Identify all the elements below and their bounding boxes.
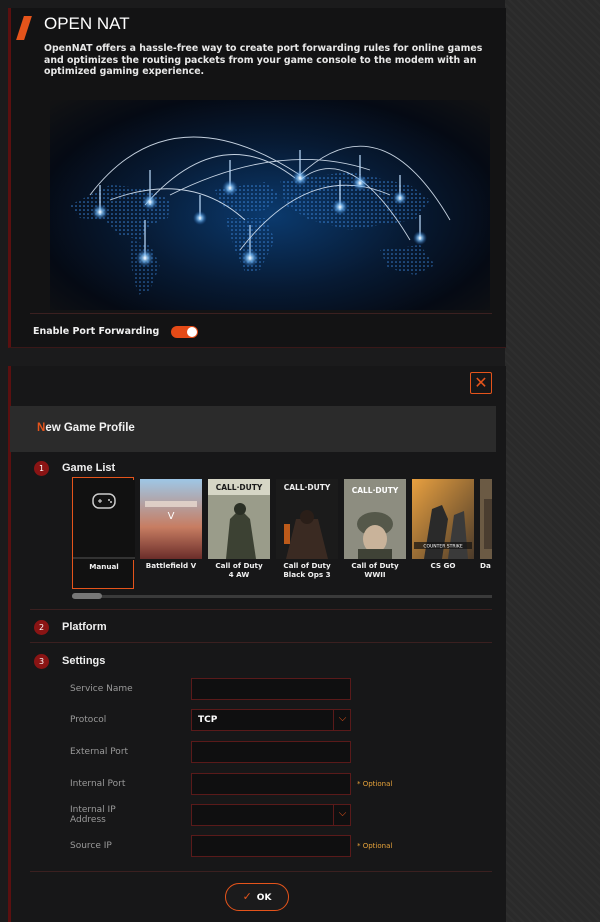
step-number: 3 [34,654,49,669]
port-forwarding-toggle[interactable] [171,326,198,338]
toggle-knob [187,327,197,337]
game-name: Da [480,561,491,570]
step-title-game-list: Game List [62,462,116,474]
step-title-settings: Settings [62,655,106,667]
chevron-down-icon[interactable]: ⌵ [333,709,351,731]
game-name: Call of Duty WWII [351,561,399,579]
svg-text:COUNTER STRIKE: COUNTER STRIKE [423,544,463,550]
chevron-down-icon[interactable]: ⌵ [333,804,351,826]
service-name-input[interactable] [191,678,351,700]
source-ip-input[interactable] [191,835,351,857]
game-card-manual[interactable]: Manual [72,477,135,589]
step-number: 1 [34,461,49,476]
optional-note: * Optional [357,842,393,850]
step-title-platform[interactable]: Platform [62,621,107,633]
cod-bo3-cover: CALL·DUTY [276,479,338,559]
cod-wwii-cover: CALL·DUTY [344,479,406,559]
gamepad-icon [73,480,135,560]
divider [30,609,492,610]
internal-port-input[interactable] [191,773,351,795]
divider [30,871,492,872]
check-icon: ✓ [242,890,252,903]
step-number: 2 [34,620,49,635]
port-forwarding-label: Enable Port Forwarding [33,326,160,337]
divider [30,642,492,643]
svg-text:V: V [168,511,175,522]
svg-text:CALL·DUTY: CALL·DUTY [352,486,399,495]
game-name: Battlefield V [145,561,197,570]
game-name: Manual [89,562,119,571]
close-icon: ✕ [474,373,488,392]
game-name: Call of Duty 4 AW [215,561,263,579]
battlefield-v-cover: V [140,479,202,559]
ok-button[interactable]: ✓ OK [225,883,289,911]
service-name-label: Service Name [70,684,133,694]
protocol-label: Protocol [70,715,107,725]
game-name: CS GO [430,561,456,570]
svg-text:CALL·DUTY: CALL·DUTY [284,483,331,492]
page-description: OpenNAT offers a hassle-free way to crea… [44,43,483,77]
ok-label: OK [256,893,272,903]
external-port-input[interactable] [191,741,351,763]
game-card-cod-aw[interactable]: CALL·DUTY Call of Duty 4 AW [208,477,270,589]
internal-ip-label: Internal IP Address [70,805,116,825]
background-texture [505,0,600,922]
internal-ip-select[interactable] [191,804,351,826]
internal-port-label: Internal Port [70,779,126,789]
divider [30,313,492,314]
game-card-cod-wwii[interactable]: CALL·DUTY Call of Duty WWII [344,477,406,589]
close-button[interactable]: ✕ [470,372,492,394]
optional-note: * Optional [357,780,393,788]
dialog-title: New Game Profile [37,422,135,434]
game-card-battlefield-v[interactable]: V Battlefield V [140,477,202,589]
world-map-illustration [50,100,490,310]
game-list: Manual V Battlefield V CALL·DUTY Call of… [72,477,492,591]
game-cover-partial [480,479,492,559]
cs-go-cover: COUNTER STRIKE [412,479,474,559]
svg-text:CALL·DUTY: CALL·DUTY [216,483,263,492]
external-port-label: External Port [70,747,129,757]
game-card-partial[interactable]: Da [480,477,492,589]
game-list-scrollbar[interactable] [72,595,492,598]
game-name: Call of Duty Black Ops 3 [283,561,331,579]
scrollbar-thumb[interactable] [72,593,102,599]
page-title: OPEN NAT [44,14,130,33]
protocol-select[interactable]: TCP [191,709,351,731]
source-ip-label: Source IP [70,841,112,851]
game-card-cs-go[interactable]: COUNTER STRIKE CS GO [412,477,474,589]
game-card-cod-bo3[interactable]: CALL·DUTY Call of Duty Black Ops 3 [276,477,338,589]
cod-aw-cover: CALL·DUTY [208,479,270,559]
dialog-header: New Game Profile [10,406,496,452]
